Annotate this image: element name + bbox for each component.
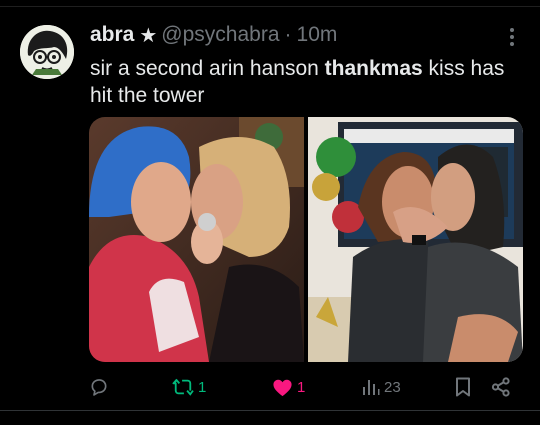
star-icon: ★ (139, 24, 158, 47)
reply-icon (91, 379, 107, 396)
share-icon (491, 377, 510, 397)
bottom-divider (0, 410, 540, 411)
post-text-bold: thankmas (324, 57, 423, 80)
post-text-part1: sir a second arin hanson (90, 57, 325, 80)
post-text: sir a second arin hanson thankmas kiss h… (90, 55, 520, 109)
media-photo-right[interactable] (308, 117, 523, 362)
retweet-count: 1 (198, 378, 207, 396)
post-media[interactable] (89, 117, 523, 362)
heart-icon (273, 379, 292, 396)
like-button[interactable]: 1 (272, 372, 305, 402)
retweet-icon (172, 378, 194, 396)
reply-button[interactable] (89, 372, 113, 402)
author-handle[interactable]: @psychabra (161, 23, 279, 47)
author-avatar[interactable] (20, 25, 74, 79)
post-actions-bar: 1 1 23 (0, 372, 540, 402)
post-header: abra ★ @psychabra · 10m (90, 22, 337, 48)
views-count: 23 (384, 378, 401, 396)
separator-dot: · (284, 23, 292, 46)
post-timestamp[interactable]: 10m (297, 23, 338, 47)
like-count: 1 (297, 378, 306, 396)
top-divider (0, 6, 540, 7)
bookmark-button[interactable] (455, 372, 471, 402)
avatar-illustration (20, 25, 74, 79)
views-button[interactable]: 23 (362, 372, 401, 402)
bookmark-icon (456, 377, 470, 397)
author-name[interactable]: abra (90, 23, 134, 47)
more-options-icon[interactable] (505, 26, 519, 48)
share-button[interactable] (491, 372, 511, 402)
retweet-button[interactable]: 1 (172, 372, 206, 402)
views-chart-icon (363, 380, 380, 395)
media-photo-left[interactable] (89, 117, 304, 362)
